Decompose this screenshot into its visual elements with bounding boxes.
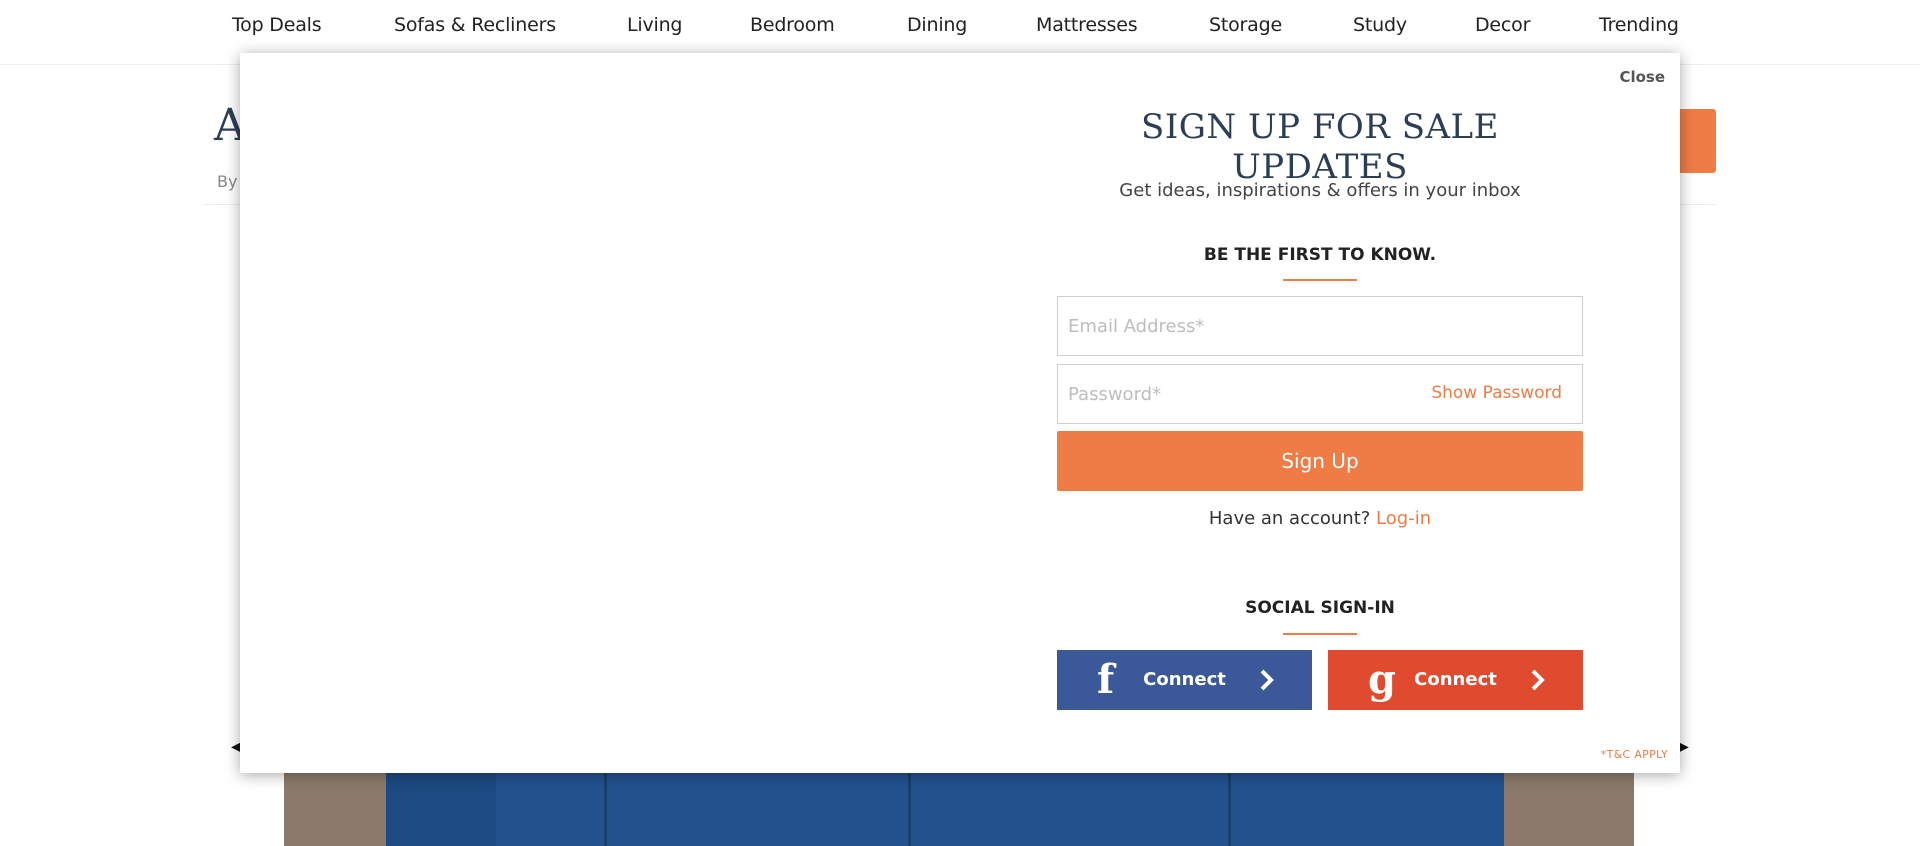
nav-item-mattresses[interactable]: Mattresses — [1036, 14, 1138, 36]
password-field-box: Show Password — [1057, 364, 1583, 424]
modal-image-panel — [240, 53, 1000, 773]
sofa-seam — [1228, 770, 1231, 846]
nav-item-living[interactable]: Living — [627, 14, 682, 36]
signup-button[interactable]: Sign Up — [1057, 431, 1583, 491]
login-link[interactable]: Log-in — [1376, 508, 1431, 529]
email-field[interactable] — [1058, 297, 1448, 355]
close-button[interactable]: Close — [1619, 68, 1665, 86]
sofa-image — [386, 770, 1504, 846]
terms-note[interactable]: *T&C APPLY — [1601, 748, 1668, 761]
sofa-seam — [604, 770, 607, 846]
page-byline: By — [217, 172, 238, 191]
social-signin-heading: SOCIAL SIGN-IN — [1245, 598, 1395, 618]
nav-item-study[interactable]: Study — [1353, 14, 1407, 36]
signup-modal: Close SIGN UP FOR SALE UPDATES Get ideas… — [240, 53, 1680, 773]
nav-item-sofas-recliners[interactable]: Sofas & Recliners — [394, 14, 556, 36]
chevron-right-icon — [1531, 669, 1545, 691]
first-to-know-heading: BE THE FIRST TO KNOW. — [1203, 245, 1437, 265]
have-account-row: Have an account? Log-in — [1057, 508, 1583, 529]
chevron-right-icon — [1260, 669, 1274, 691]
nav-item-decor[interactable]: Decor — [1475, 14, 1530, 36]
show-password-link[interactable]: Show Password — [1431, 383, 1562, 403]
nav-item-trending[interactable]: Trending — [1599, 14, 1679, 36]
google-connect-button[interactable]: g Connect — [1328, 650, 1583, 710]
nav-item-top-deals[interactable]: Top Deals — [232, 14, 322, 36]
accent-divider — [1283, 633, 1357, 635]
password-field[interactable] — [1058, 365, 1448, 423]
nav-item-dining[interactable]: Dining — [907, 14, 967, 36]
sofa-seam — [908, 770, 911, 846]
modal-subtitle: Get ideas, inspirations & offers in your… — [1119, 180, 1521, 201]
sofa-arm — [386, 770, 496, 846]
modal-title: SIGN UP FOR SALE UPDATES — [1141, 107, 1499, 187]
hero-image — [284, 770, 1634, 846]
facebook-connect-button[interactable]: f Connect — [1057, 650, 1312, 710]
have-account-text: Have an account? — [1208, 508, 1371, 529]
nav-item-storage[interactable]: Storage — [1209, 14, 1282, 36]
email-field-box — [1057, 296, 1583, 356]
nav-item-bedroom[interactable]: Bedroom — [750, 14, 835, 36]
accent-divider — [1283, 279, 1357, 281]
